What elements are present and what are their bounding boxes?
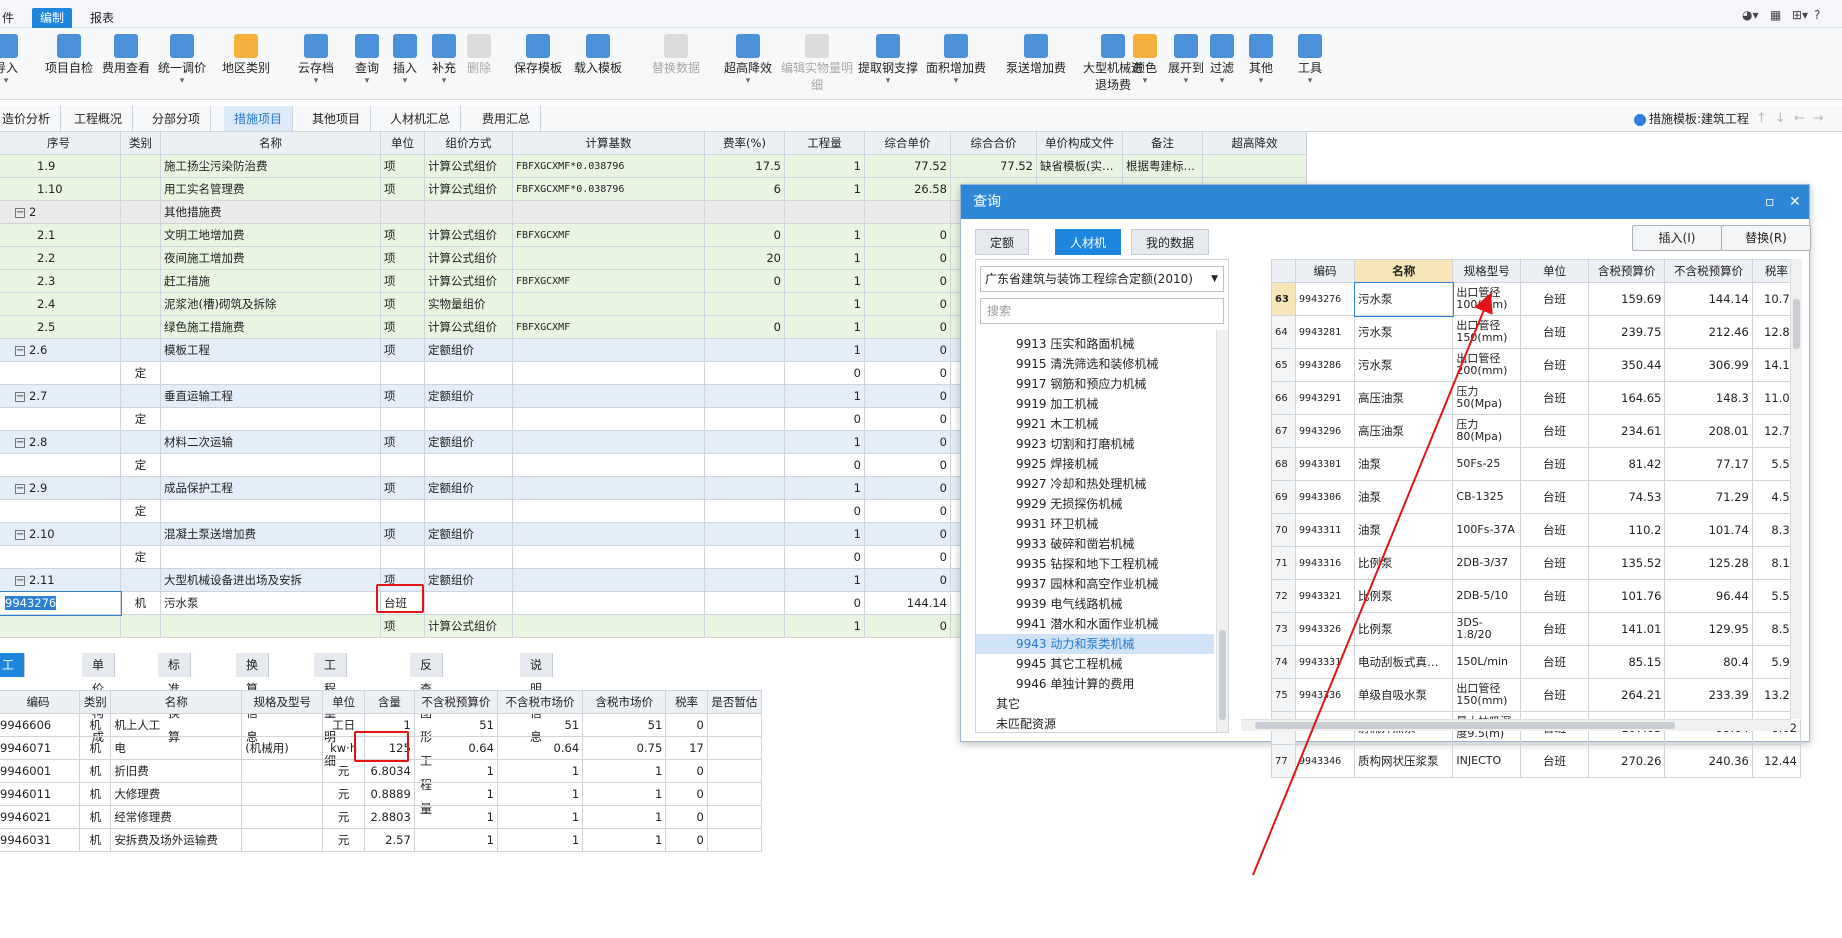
arrow-line (1252, 292, 1493, 876)
red-arrow-annotation (1252, 292, 1493, 876)
app-window: { "menu":{"items":["件","编制","报表"],"activ… (0, 0, 1842, 938)
